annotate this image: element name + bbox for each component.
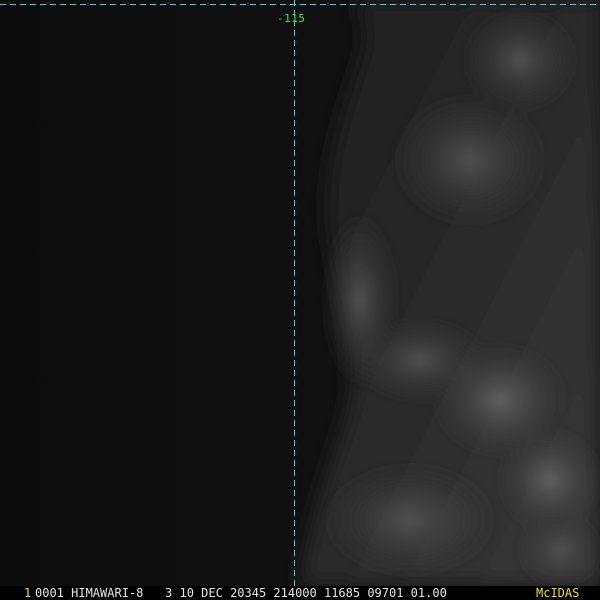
image-metadata-text: 0001 HIMAWARI-8 3 10 DEC 20345 214000 11… — [35, 586, 447, 600]
mcidas-status-bar: 1 0001 HIMAWARI-8 3 10 DEC 20345 214000 … — [0, 586, 600, 600]
mcidas-brand-label: McIDAS — [536, 586, 580, 600]
satellite-image-frame: -115 1 0001 HIMAWARI-8 3 10 DEC 20345 21… — [0, 0, 600, 600]
frame-number: 1 — [24, 586, 32, 600]
satellite-imagery — [0, 0, 600, 586]
longitude-label: -115 — [277, 12, 306, 25]
